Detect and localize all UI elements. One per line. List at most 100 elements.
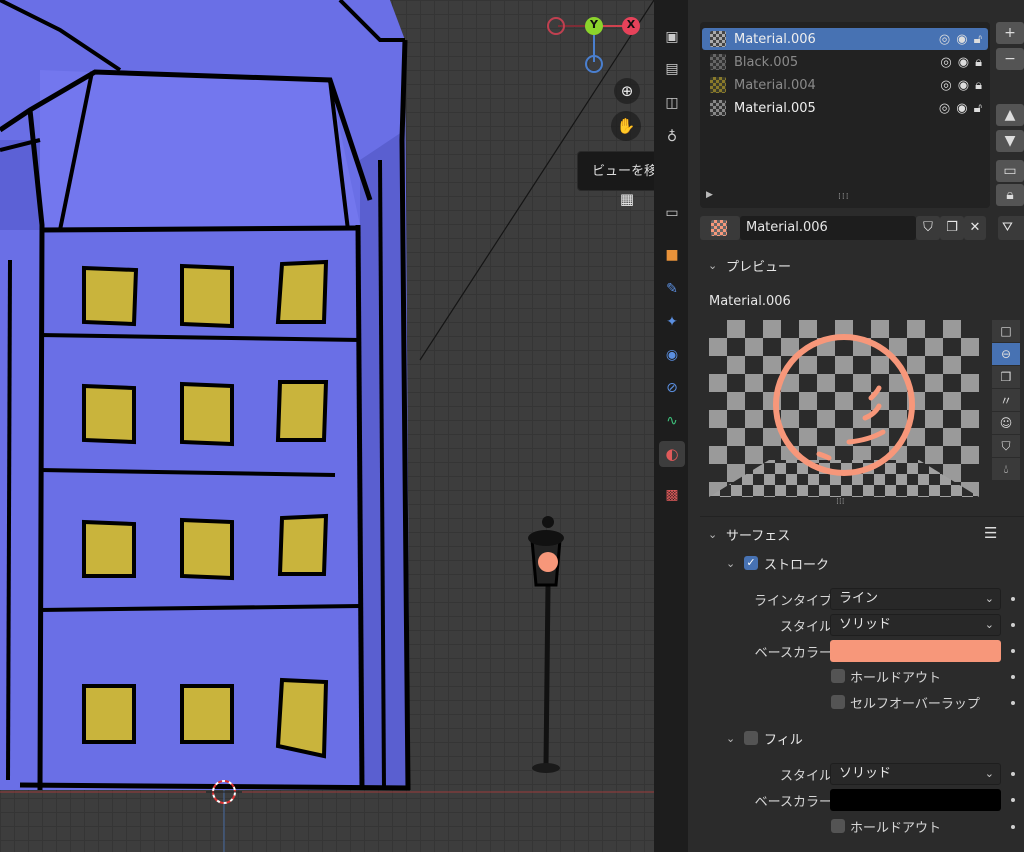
tab-world[interactable]: ▭ [659, 200, 685, 226]
style-label: スタイル [779, 620, 832, 635]
tab-texture[interactable]: ▩ [659, 482, 685, 508]
shirt-icon: ⛉ [1001, 438, 1011, 453]
3d-viewport[interactable]: Y X ⊕ ✋ ▦ ビューを移動します [0, 0, 654, 852]
preview-shape-monkey[interactable]: ☺ [992, 412, 1020, 434]
move-up-button[interactable]: ▲ [996, 104, 1024, 126]
fill-holdout-checkbox[interactable] [831, 819, 845, 833]
tab-render[interactable]: ▣ [659, 24, 685, 50]
resize-handle-icon[interactable]: ⁞⁞⁞ [838, 192, 850, 202]
animate-dot-icon[interactable] [1011, 798, 1015, 802]
animate-dot-icon[interactable] [1011, 649, 1015, 653]
printer-icon: ▤ [665, 61, 679, 77]
ghost-icon[interactable]: ◎ [939, 32, 950, 47]
animate-dot-icon[interactable] [1011, 701, 1015, 705]
preview-shape-flat[interactable]: □ [992, 320, 1020, 342]
material-slot-name: Material.005 [734, 100, 816, 116]
hair-icon: 〃 [999, 393, 1012, 408]
self-overlap-label: セルフオーバーラップ [850, 697, 980, 712]
material-slot-list[interactable]: Material.006 ◎ ◉ 🔓︎ Black.005 ◎ ◉ 🔒︎ Materia… [700, 22, 990, 208]
stroke-subpanel-header[interactable]: ⌄ ✓ ストローク [718, 548, 1018, 578]
slot-menu-button[interactable]: ▭ [996, 160, 1024, 182]
fill-checkbox[interactable] [744, 731, 758, 745]
surface-panel-header[interactable]: ⌄ サーフェス [700, 519, 1024, 549]
tab-physics[interactable]: ◉ [659, 342, 685, 368]
animate-dot-icon[interactable] [1011, 825, 1015, 829]
tab-view-layer[interactable]: ◫ [659, 90, 685, 116]
stroke-checkbox[interactable]: ✓ [744, 556, 758, 570]
ghost-icon[interactable]: ◎ [939, 101, 950, 116]
remove-slot-button[interactable]: − [996, 48, 1024, 70]
list-menu-icon[interactable]: ☰ [984, 524, 997, 542]
fill-holdout-label: ホールドアウト [850, 821, 942, 836]
surface-header-label: サーフェス [726, 528, 791, 544]
material-slot-name: Material.006 [734, 31, 816, 47]
material-preview [709, 320, 979, 497]
stroke-style-dropdown[interactable]: ソリッド ⌄ [830, 614, 1001, 636]
preview-shape-stroke[interactable]: ⊖ [992, 343, 1020, 365]
preview-header-label: プレビュー [726, 259, 792, 275]
unlink-material-button[interactable]: ✕ [964, 216, 986, 240]
animate-dot-icon[interactable] [1011, 772, 1015, 776]
material-icon: ◐ [665, 445, 679, 463]
self-overlap-checkbox[interactable] [831, 695, 845, 709]
duplicate-material-button[interactable]: ❐ [940, 216, 964, 240]
triangle-down-icon: ▼ [1004, 133, 1016, 149]
fill-subpanel-header[interactable]: ⌄ フィル [718, 723, 1018, 753]
tab-particles[interactable]: ✦ [659, 309, 685, 335]
preview-shape-fluid[interactable]: 💧︎ [992, 458, 1020, 480]
ghost-icon[interactable]: ◎ [940, 78, 951, 93]
fill-base-color-swatch[interactable] [830, 789, 1001, 811]
material-slot[interactable]: Material.006 ◎ ◉ 🔓︎ [702, 28, 988, 50]
lock-icon[interactable]: 🔒︎ [975, 78, 982, 93]
physics-icon: ◉ [665, 347, 679, 363]
eye-icon[interactable]: ◉ [958, 78, 969, 93]
material-slot[interactable]: Material.005 ◎ ◉ 🔓︎ [702, 97, 988, 119]
preview-shape-cube[interactable]: ❒ [992, 366, 1020, 388]
material-browse-button[interactable] [700, 216, 740, 240]
preview-panel-header[interactable]: ⌄ プレビュー [700, 250, 1024, 280]
chevron-down-icon: ⌄ [984, 618, 994, 631]
animate-dot-icon[interactable] [1011, 623, 1015, 627]
animate-dot-icon[interactable] [1011, 597, 1015, 601]
move-down-button[interactable]: ▼ [996, 130, 1024, 152]
tab-constraints[interactable]: ⊘ [659, 375, 685, 401]
chevron-down-icon: ⌄ [984, 767, 994, 780]
unlock-icon[interactable]: 🔓︎ [974, 32, 982, 47]
eye-icon[interactable]: ◉ [956, 32, 967, 47]
add-slot-button[interactable]: + [996, 22, 1024, 44]
tab-object[interactable]: ■ [659, 242, 685, 268]
eye-icon[interactable]: ◉ [958, 55, 969, 70]
scene-drawing [0, 0, 654, 852]
material-slot[interactable]: Material.004 ◎ ◉ 🔒︎ [702, 74, 988, 96]
animate-dot-icon[interactable] [1011, 675, 1015, 679]
preview-resize-handle-icon[interactable]: ⁞⁞⁞ [836, 497, 845, 507]
zoom-button[interactable]: ⊕ [614, 78, 640, 104]
stroke-holdout-checkbox[interactable] [831, 669, 845, 683]
tab-modifiers[interactable]: ✎ [659, 276, 685, 302]
tab-output[interactable]: ▤ [659, 56, 685, 82]
tab-scene[interactable]: ♁ [659, 124, 685, 150]
eye-icon[interactable]: ◉ [956, 101, 967, 116]
pan-view-button[interactable]: ✋ [611, 111, 641, 141]
tab-data[interactable]: ∿ [659, 408, 685, 434]
fill-style-dropdown[interactable]: ソリッド ⌄ [830, 763, 1001, 785]
preview-shape-hair[interactable]: 〃 [992, 389, 1020, 411]
fake-user-button[interactable]: ⛉ [916, 216, 940, 240]
tab-material[interactable]: ◐ [659, 441, 685, 467]
line-type-dropdown[interactable]: ライン ⌄ [830, 588, 1001, 610]
node-link-button[interactable]: ⛛ [998, 216, 1024, 240]
unlock-icon[interactable]: 🔓︎ [974, 101, 982, 116]
gizmo-x-label[interactable]: X [626, 18, 636, 31]
material-name-field[interactable]: Material.006 [740, 216, 916, 240]
ghost-icon[interactable]: ◎ [940, 55, 951, 70]
expand-arrow-icon[interactable]: ▶ [706, 190, 713, 200]
chevron-down-icon: ⌄ [708, 527, 718, 541]
gizmo-y-label[interactable]: Y [589, 18, 599, 31]
copy-icon: ❐ [946, 220, 958, 235]
preview-shape-cloth[interactable]: ⛉ [992, 435, 1020, 457]
stroke-base-color-swatch[interactable] [830, 640, 1001, 662]
lock-toggle-button[interactable]: 🔒︎ [996, 184, 1024, 206]
material-slot[interactable]: Black.005 ◎ ◉ 🔒︎ [702, 51, 988, 73]
lock-icon[interactable]: 🔒︎ [975, 55, 982, 70]
stroke-label: ストローク [764, 557, 830, 573]
